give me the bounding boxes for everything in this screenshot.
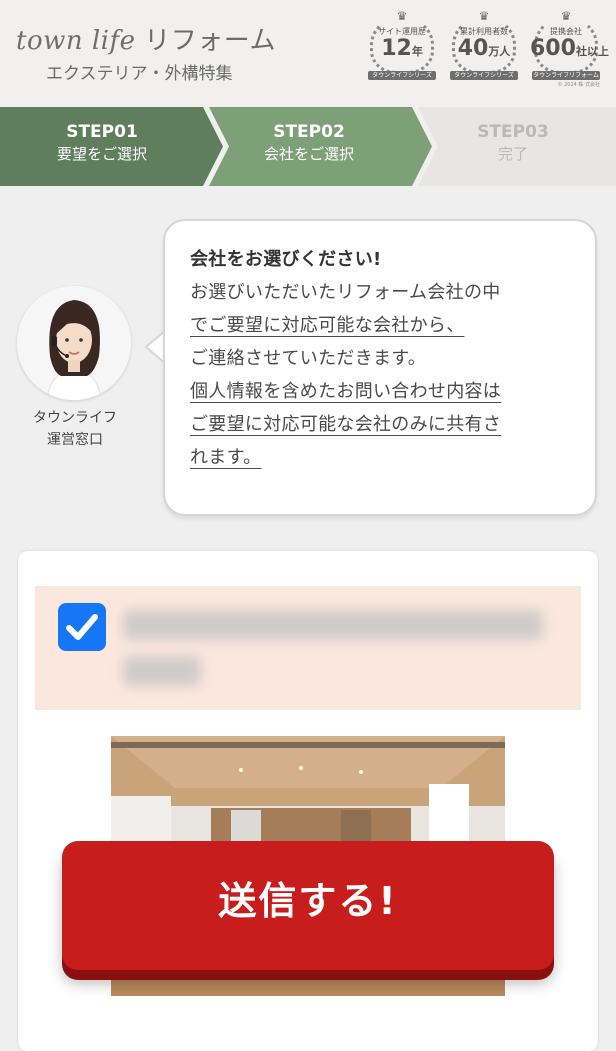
logo-brand: town life: [16, 26, 136, 56]
company-option[interactable]: [35, 586, 581, 710]
site-logo[interactable]: town life リフォーム エクステリア・外構特集: [16, 20, 276, 84]
step-03: STEP03 完了: [477, 122, 549, 163]
badge-years: ♛ サイト運用歴 12年 タウンライフシリーズ: [366, 10, 438, 84]
step-01: STEP01 要望をご選択: [56, 122, 147, 163]
info-speech-bubble: 会社をお選びください! お選びいただいたリフォーム会社の中 でご要望に対応可能な…: [163, 219, 597, 516]
step-indicator: STEP01 要望をご選択 STEP02 会社をご選択 STEP03 完了: [0, 107, 616, 186]
award-badges: ♛ サイト運用歴 12年 タウンライフシリーズ ♛ 累計利用者数 40万人 タウ…: [366, 9, 609, 84]
site-header: town life リフォーム エクステリア・外構特集 ♛ サイト運用歴 12年…: [0, 0, 616, 107]
operator-avatar: [17, 286, 131, 400]
checkmark-icon: [66, 614, 98, 640]
company-card: [18, 551, 598, 1051]
step-02: STEP02 会社をご選択: [263, 122, 354, 163]
logo-subtitle: エクステリア・外構特集: [46, 64, 233, 84]
logo-service: リフォーム: [144, 26, 277, 56]
company-checkbox[interactable]: [58, 603, 106, 651]
copyright-note: © 2024 株 式会社: [557, 82, 601, 88]
info-message: 会社をお選びください! お選びいただいたリフォーム会社の中 でご要望に対応可能な…: [190, 243, 579, 474]
company-name-blurred-2: [123, 656, 201, 686]
badge-users: ♛ 累計利用者数 40万人 タウンライフシリーズ: [448, 10, 520, 84]
message-title: 会社をお選びください!: [190, 249, 382, 270]
submit-button[interactable]: 送信する!: [62, 841, 554, 970]
operator-portrait: [17, 286, 131, 400]
company-name-blurred: [123, 610, 543, 640]
operator-label: タウンライフ 運営窓口: [33, 410, 117, 448]
badge-partners: ♛ 提携会社 600社以上 タウンライフリフォーム: [530, 9, 609, 80]
